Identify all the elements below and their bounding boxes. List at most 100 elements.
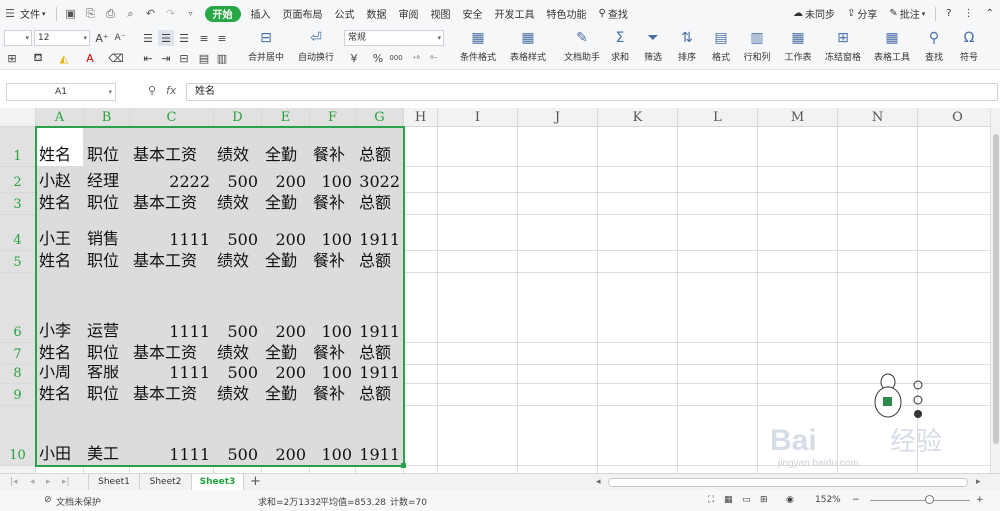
empty-cell[interactable]: [438, 167, 518, 193]
empty-cell[interactable]: [918, 273, 990, 343]
empty-cell[interactable]: [918, 127, 990, 167]
add-sheet-icon[interactable]: +: [250, 474, 261, 491]
table-cell[interactable]: 200: [262, 365, 310, 384]
table-cell[interactable]: 1911: [356, 365, 404, 384]
number-format-select[interactable]: 常规 ▾: [344, 30, 444, 46]
tab-page-layout[interactable]: 页面布局: [277, 0, 329, 27]
empty-cell[interactable]: [838, 167, 918, 193]
table-cell[interactable]: 绩效: [214, 127, 262, 167]
customize-icon[interactable]: ▿: [181, 0, 201, 27]
empty-cell[interactable]: [838, 466, 918, 473]
row-header[interactable]: 10: [0, 406, 36, 466]
column-header-l[interactable]: L: [678, 108, 758, 127]
table-cell[interactable]: 职位: [84, 251, 130, 273]
format-painter-icon[interactable]: ⎘: [81, 0, 101, 27]
table-cell[interactable]: 客服: [84, 365, 130, 384]
empty-cell[interactable]: [438, 215, 518, 251]
table-cell[interactable]: 基本工资: [130, 193, 214, 215]
row-header[interactable]: 9: [0, 384, 36, 406]
table-cell[interactable]: 500: [214, 406, 262, 466]
table-cell[interactable]: 总额: [356, 384, 404, 406]
name-box[interactable]: A1 ▾: [6, 83, 116, 101]
empty-cell[interactable]: [518, 365, 598, 384]
table-cell[interactable]: 小周: [36, 365, 84, 384]
table-cell[interactable]: 全勤: [262, 384, 310, 406]
justify-icon[interactable]: ▤: [196, 50, 212, 66]
empty-cell[interactable]: [404, 215, 438, 251]
table-cell[interactable]: 100: [310, 167, 356, 193]
empty-cell[interactable]: [758, 251, 838, 273]
table-cell[interactable]: 绩效: [214, 251, 262, 273]
table-cell[interactable]: 全勤: [262, 127, 310, 167]
tab-insert[interactable]: 插入: [245, 0, 277, 27]
align-top-icon[interactable]: ☰: [140, 30, 156, 46]
normal-view-icon[interactable]: ▦: [724, 495, 733, 505]
table-cell[interactable]: 1911: [356, 273, 404, 343]
empty-cell[interactable]: [678, 365, 758, 384]
align-bottom-icon[interactable]: ☰: [176, 30, 192, 46]
empty-cell[interactable]: [838, 365, 918, 384]
table-cell[interactable]: 职位: [84, 193, 130, 215]
table-cell[interactable]: 餐补: [310, 251, 356, 273]
symbol-button[interactable]: Ω 符号: [952, 29, 986, 67]
tab-home[interactable]: 开始: [204, 5, 241, 22]
empty-cell[interactable]: [598, 193, 678, 215]
tab-formulas[interactable]: 公式: [329, 0, 361, 27]
worksheet-button[interactable]: ▦ 工作表: [778, 29, 818, 67]
empty-cell[interactable]: [758, 273, 838, 343]
empty-cell[interactable]: [918, 466, 990, 473]
empty-cell[interactable]: [918, 406, 990, 466]
table-cell[interactable]: 姓名: [36, 193, 84, 215]
empty-cell[interactable]: [404, 466, 438, 473]
tab-features[interactable]: 特色功能: [541, 0, 593, 27]
increase-decimal-icon[interactable]: ⁺⁰: [408, 50, 424, 66]
redo-icon[interactable]: ↷: [161, 0, 181, 27]
empty-cell[interactable]: [678, 343, 758, 365]
empty-cell[interactable]: [838, 406, 918, 466]
orientation-icon[interactable]: ▥: [214, 50, 230, 66]
sheet-tab-2[interactable]: Sheet2: [140, 474, 192, 491]
wrap-text-button[interactable]: ⏎ 自动换行: [292, 29, 340, 67]
empty-cell[interactable]: [84, 466, 130, 473]
table-style-button[interactable]: ▦ 表格样式: [504, 29, 552, 67]
empty-cell[interactable]: [438, 127, 518, 167]
empty-cell[interactable]: [518, 127, 598, 167]
clear-format-icon[interactable]: ⌫: [108, 50, 124, 66]
thousands-icon[interactable]: 000: [388, 50, 404, 66]
empty-cell[interactable]: [678, 193, 758, 215]
column-header-c[interactable]: C: [130, 108, 214, 127]
row-header[interactable]: 2: [0, 167, 36, 193]
table-cell[interactable]: 姓名: [36, 343, 84, 365]
fx-icon[interactable]: fx: [166, 84, 176, 97]
table-cell[interactable]: 1111: [130, 365, 214, 384]
empty-cell[interactable]: [678, 127, 758, 167]
empty-cell[interactable]: [438, 343, 518, 365]
empty-cell[interactable]: [678, 251, 758, 273]
table-cell[interactable]: 绩效: [214, 343, 262, 365]
eye-protect-icon[interactable]: ◉: [786, 495, 794, 505]
vertical-scrollbar[interactable]: [990, 108, 1000, 473]
table-cell[interactable]: 500: [214, 365, 262, 384]
tab-review[interactable]: 审阅: [393, 0, 425, 27]
column-header-f[interactable]: F: [310, 108, 356, 127]
sheet-tab-3[interactable]: Sheet3: [192, 474, 244, 491]
menu-icon[interactable]: ☰: [0, 0, 20, 27]
table-cell[interactable]: 姓名: [36, 384, 84, 406]
table-cell[interactable]: 小赵: [36, 167, 84, 193]
row-header[interactable]: 6: [0, 273, 36, 343]
prev-sheet-icon[interactable]: ◂: [30, 474, 35, 491]
empty-cell[interactable]: [918, 251, 990, 273]
table-cell[interactable]: 经理: [84, 167, 130, 193]
cell-color-icon[interactable]: ◭: [56, 50, 72, 66]
column-header-b[interactable]: B: [84, 108, 130, 127]
more-icon[interactable]: ⋮: [958, 0, 980, 27]
empty-cell[interactable]: [918, 343, 990, 365]
page-layout-view-icon[interactable]: ▭: [742, 495, 751, 505]
share-button[interactable]: ⇪ 分享: [841, 0, 883, 27]
sync-button[interactable]: ☁ 未同步: [787, 0, 841, 27]
increase-font-icon[interactable]: A⁺: [94, 30, 110, 46]
table-cell[interactable]: 100: [310, 406, 356, 466]
table-cell[interactable]: 总额: [356, 251, 404, 273]
empty-cell[interactable]: [214, 466, 262, 473]
empty-cell[interactable]: [518, 384, 598, 406]
